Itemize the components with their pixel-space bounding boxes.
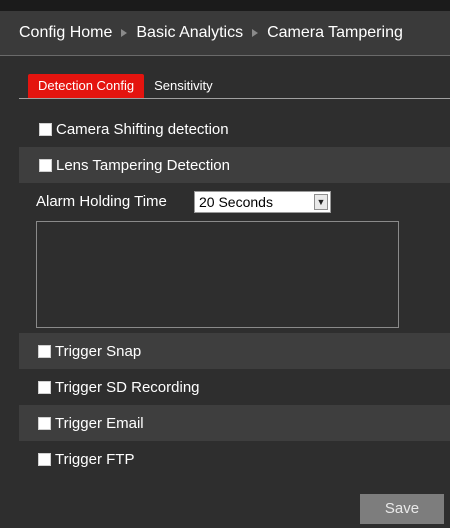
breadcrumb-separator-icon (252, 29, 259, 37)
tab-detection-config[interactable]: Detection Config (28, 74, 145, 98)
alarm-holding-value: 20 Seconds (199, 194, 273, 210)
camera-shifting-label: Camera Shifting detection (56, 120, 229, 138)
alarm-list-box[interactable] (36, 221, 399, 328)
breadcrumb-config-home[interactable]: Config Home (19, 24, 112, 42)
tab-bar: Detection Config Sensitivity (19, 70, 450, 99)
top-strip (0, 0, 450, 11)
save-button[interactable]: Save (360, 494, 444, 524)
trigger-sd-recording-label: Trigger SD Recording (55, 378, 200, 396)
camera-shifting-checkbox[interactable] (39, 122, 52, 136)
trigger-email-row: Trigger Email (19, 405, 450, 441)
trigger-snap-label: Trigger Snap (55, 342, 142, 360)
trigger-ftp-checkbox[interactable] (38, 452, 51, 466)
trigger-email-checkbox[interactable] (38, 416, 51, 430)
trigger-sd-recording-row: Trigger SD Recording (19, 369, 450, 405)
breadcrumb: Config Home Basic Analytics Camera Tampe… (0, 11, 450, 56)
trigger-email-label: Trigger Email (55, 414, 144, 432)
trigger-snap-row: Trigger Snap (19, 333, 450, 369)
lens-tampering-row: Lens Tampering Detection (19, 147, 450, 183)
alarm-holding-label: Alarm Holding Time (36, 193, 167, 210)
alarm-holding-select[interactable]: 20 Seconds ▼ (194, 191, 331, 213)
lens-tampering-label: Lens Tampering Detection (56, 156, 230, 174)
breadcrumb-camera-tampering: Camera Tampering (267, 24, 403, 41)
camera-shifting-row: Camera Shifting detection (19, 111, 450, 147)
lens-tampering-checkbox[interactable] (39, 158, 52, 172)
trigger-sd-recording-checkbox[interactable] (38, 380, 51, 394)
tab-sensitivity[interactable]: Sensitivity (144, 74, 223, 98)
breadcrumb-basic-analytics[interactable]: Basic Analytics (136, 24, 243, 42)
breadcrumb-separator-icon (121, 29, 128, 37)
chevron-down-icon[interactable]: ▼ (314, 194, 328, 210)
trigger-ftp-row: Trigger FTP (19, 441, 450, 477)
trigger-snap-checkbox[interactable] (38, 344, 51, 358)
trigger-ftp-label: Trigger FTP (55, 450, 135, 468)
